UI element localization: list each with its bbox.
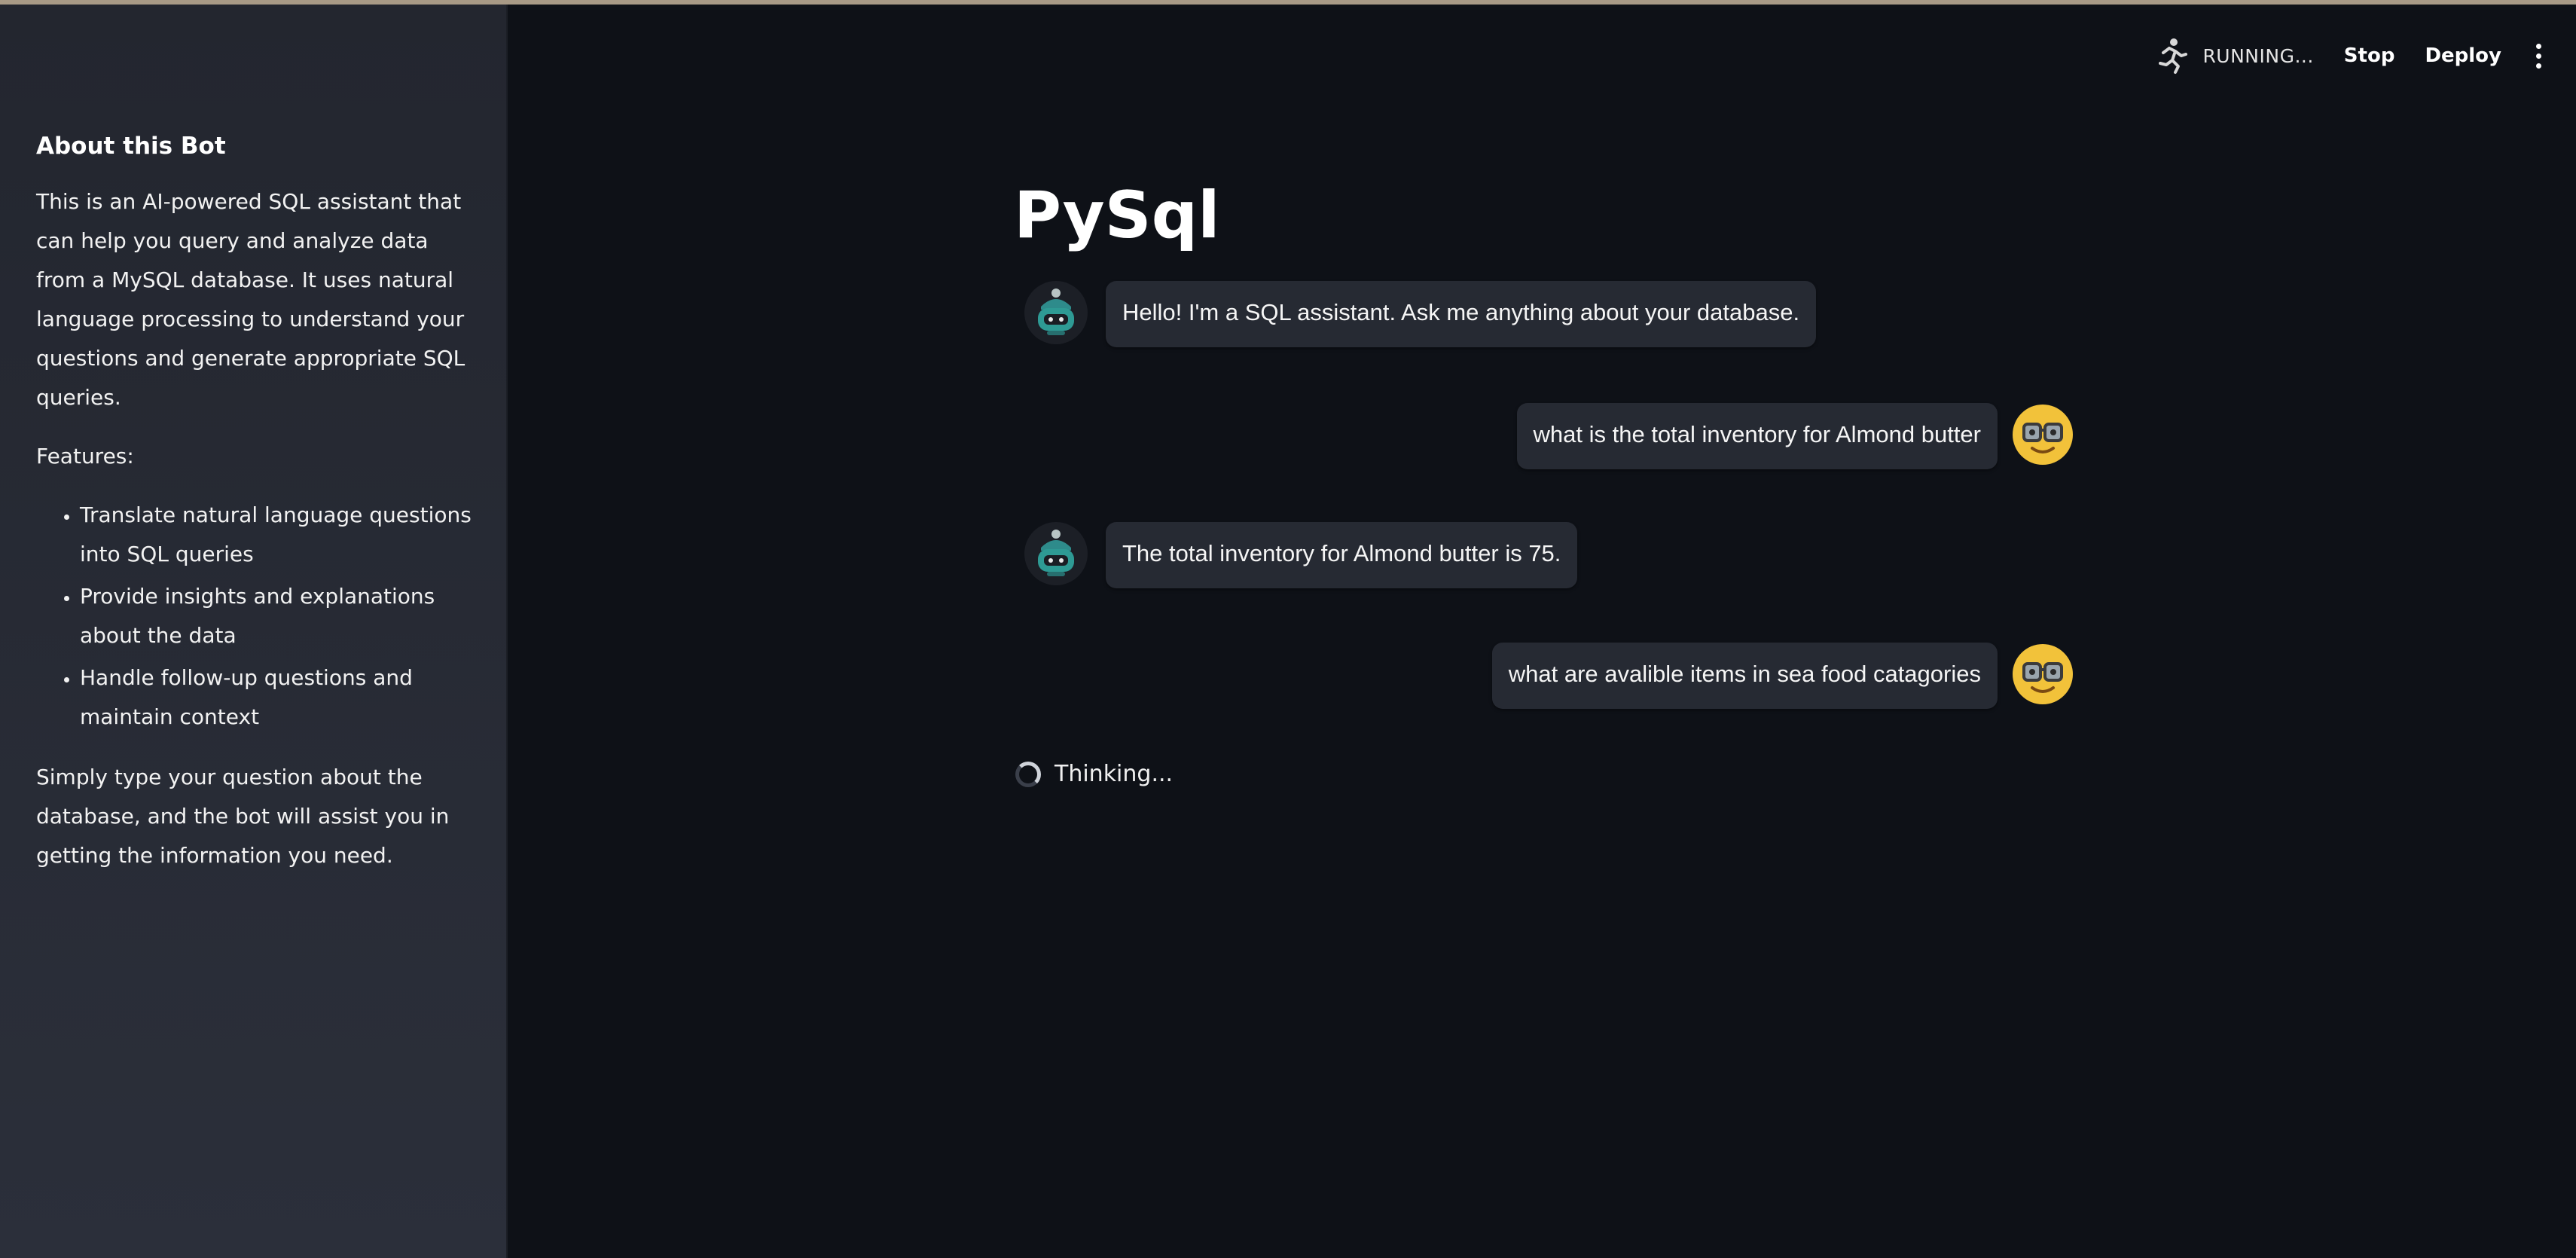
sidebar-intro: This is an AI-powered SQL assistant that… (36, 189, 465, 410)
chat-message-user: what are avalible items in sea food cata… (1491, 643, 2074, 709)
deploy-button[interactable]: Deploy (2425, 44, 2501, 67)
features-list: Translate natural language questions int… (36, 496, 476, 737)
message-bubble: The total inventory for Almond butter is… (1106, 522, 1578, 588)
robot-avatar-icon (1024, 522, 1088, 585)
message-bubble: Hello! I'm a SQL assistant. Ask me anyth… (1106, 281, 1817, 347)
running-man-icon (2159, 38, 2188, 74)
message-bubble: what is the total inventory for Almond b… (1516, 403, 1998, 469)
feature-item: Provide insights and explanations about … (80, 577, 476, 655)
main-menu-button[interactable] (2532, 43, 2546, 69)
running-text: RUNNING... (2202, 44, 2314, 67)
stop-button[interactable]: Stop (2344, 44, 2395, 67)
app-header: RUNNING... Stop Deploy (2153, 33, 2546, 78)
vertical-dots-icon (2536, 43, 2541, 49)
nerd-face-avatar-icon (2013, 644, 2073, 704)
sidebar-title: About this Bot (36, 133, 226, 160)
thinking-text: Thinking... (1055, 761, 1174, 787)
chat-message-user: what is the total inventory for Almond b… (1516, 403, 2074, 469)
sidebar: About this Bot This is an AI-powered SQL… (0, 5, 508, 1258)
page-title: PySql (1014, 178, 1220, 253)
nerd-face-avatar-icon (2013, 405, 2073, 465)
chat-message-assistant: Hello! I'm a SQL assistant. Ask me anyth… (1024, 281, 1817, 347)
features-label: Features: (36, 444, 134, 469)
feature-item: Translate natural language questions int… (80, 496, 476, 574)
running-status: RUNNING... (2153, 36, 2313, 75)
chat-message-assistant: The total inventory for Almond butter is… (1024, 522, 1578, 588)
feature-item: Handle follow-up questions and maintain … (80, 658, 476, 737)
sidebar-outro: Simply type your question about the data… (36, 765, 450, 868)
robot-avatar-icon (1024, 281, 1088, 344)
thinking-status: Thinking... (1015, 761, 1173, 787)
message-bubble: what are avalible items in sea food cata… (1491, 643, 1998, 709)
spinner-icon (1015, 761, 1041, 787)
